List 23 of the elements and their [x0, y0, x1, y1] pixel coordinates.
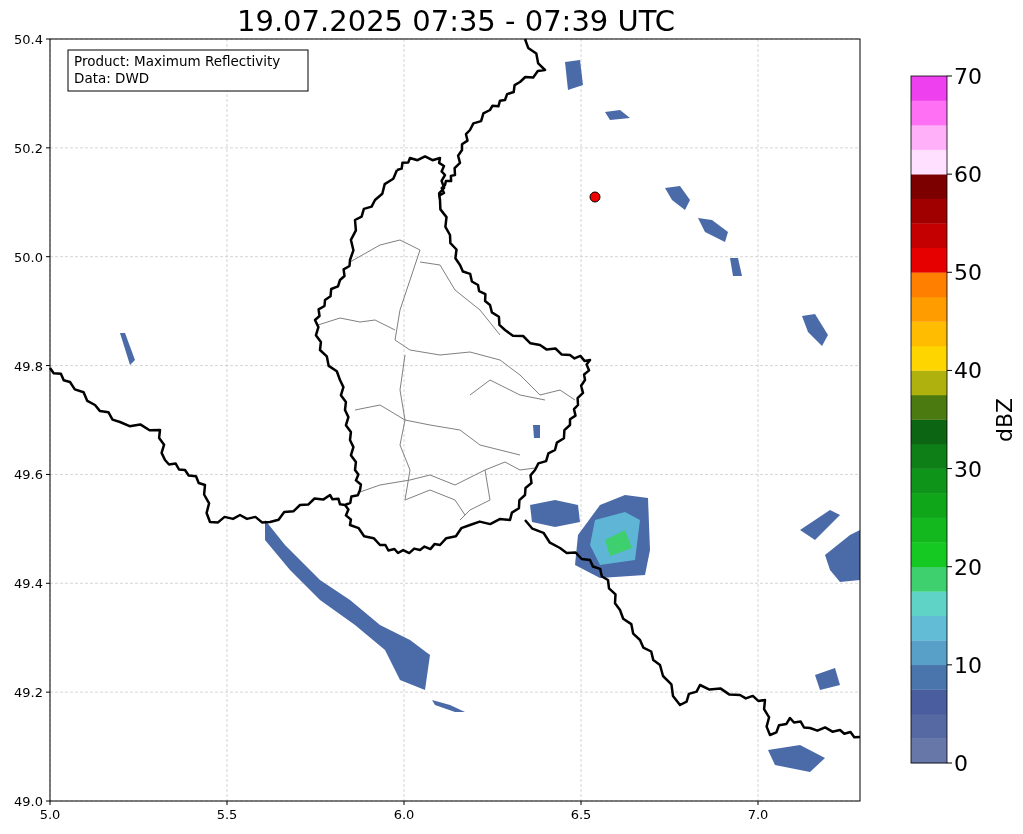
y-tick-label: 49.2: [14, 685, 51, 701]
x-tick-label: 7.0: [747, 800, 769, 822]
colorbar-tick-label: 40: [946, 358, 982, 384]
x-tick-label: 6.0: [393, 800, 415, 822]
colorbar-tick-label: 70: [946, 64, 982, 89]
colorbar-tick-label: 30: [946, 456, 982, 482]
colorbar-tick-label: 20: [946, 554, 982, 580]
y-tick-label: 50.2: [14, 140, 51, 156]
colorbar-tick-label: 10: [946, 652, 982, 678]
y-tick-label: 49.4: [14, 576, 51, 592]
colorbar-tick-label: 0: [946, 751, 968, 776]
chart-title: 19.07.2025 07:35 - 07:39 UTC: [237, 4, 675, 38]
info-text: Product: Maximum Reflectivity: [74, 53, 281, 69]
y-tick-label: 50.0: [14, 249, 51, 265]
colorbar-tick-label: 60: [946, 162, 982, 188]
colorbar-label: dBZ: [992, 397, 1017, 443]
y-tick-label: 49.8: [14, 358, 51, 374]
x-tick-label: 6.5: [570, 800, 592, 822]
info-text: Data: DWD: [74, 70, 150, 86]
colorbar-tick-label: 50: [946, 260, 982, 286]
y-tick-label: 50.4: [14, 32, 51, 47]
y-tick-label: 49.6: [14, 467, 51, 483]
x-tick-label: 5.5: [216, 800, 238, 822]
